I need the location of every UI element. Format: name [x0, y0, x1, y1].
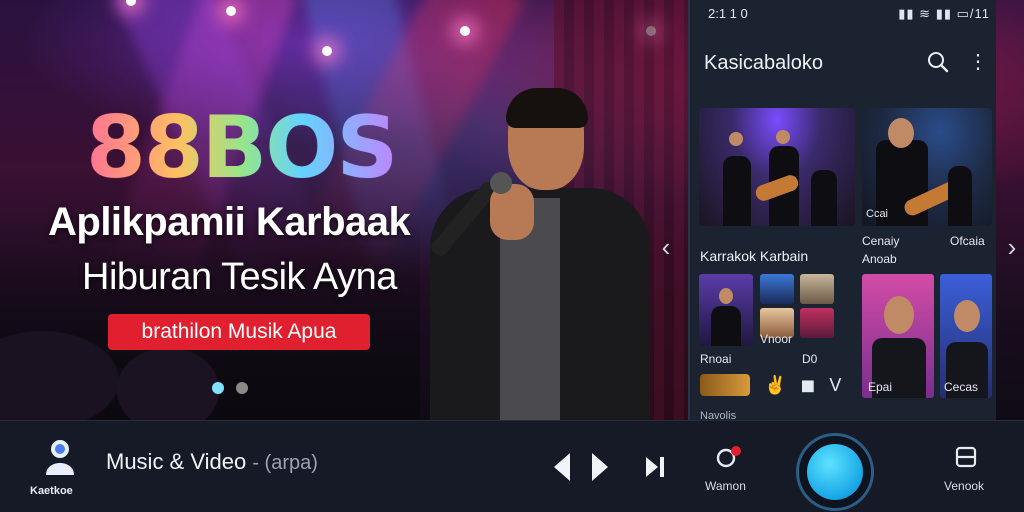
- now-playing-sub: - (arpa): [252, 452, 318, 474]
- phone-footer-text: Navolis: [700, 410, 737, 420]
- artist-head: [884, 296, 914, 334]
- grid-caption: D0: [802, 352, 818, 366]
- grid-caption: Vnoor: [760, 332, 793, 346]
- mic-label: Wamon: [705, 479, 746, 493]
- featured-thumbnail-guitarist[interactable]: Ccai: [862, 108, 992, 226]
- carousel-dot[interactable]: [236, 382, 248, 394]
- artist-caption: Cecas: [944, 380, 979, 394]
- guitarist-head: [888, 118, 914, 148]
- album-icon[interactable]: ◼: [800, 375, 815, 396]
- band-member: [811, 170, 837, 226]
- phone-app-title: Kasicabaloko: [704, 52, 823, 74]
- chevron-left-icon[interactable]: ‹: [654, 232, 678, 262]
- cta-button[interactable]: brathilon Musik Apua: [108, 314, 370, 350]
- chevron-right-icon[interactable]: ›: [1000, 232, 1024, 262]
- artist-head: [954, 300, 980, 332]
- app-label: Kaetkoe: [30, 485, 73, 497]
- phone-mockup: 2:1 1 0 ▮▮ ≋ ▮▮ ▭/11 Kasicabaloko ⋮ Ccai…: [688, 0, 996, 420]
- right-label: Venook: [944, 479, 985, 493]
- tile-caption: Anoab: [862, 252, 897, 266]
- mic-icon[interactable]: [714, 445, 742, 473]
- band-member-head: [776, 130, 790, 144]
- status-time: 2:1 1 0: [708, 6, 748, 21]
- stage-spotlight: [226, 6, 236, 16]
- artist-caption: Epai: [868, 380, 893, 394]
- carousel-dot-active[interactable]: [212, 382, 224, 394]
- now-playing-title: Music & Video - (arpa): [106, 449, 318, 475]
- band-member: [948, 166, 972, 226]
- stage-spotlight: [460, 26, 470, 36]
- section-title: Karrakok Karbain: [700, 248, 809, 264]
- band-member: [723, 156, 751, 226]
- karaoke-app-icon[interactable]: [40, 437, 80, 477]
- app-screen: 88BOS Aplikpamii Karbaak Hiburan Tesik A…: [0, 0, 1024, 512]
- tile-caption: Cenaiy: [862, 234, 900, 248]
- record-button[interactable]: [796, 433, 874, 511]
- tile-caption: Ofcaia: [950, 234, 985, 248]
- grid-thumbnail[interactable]: [760, 274, 794, 304]
- play-right-icon[interactable]: [584, 449, 614, 485]
- stage-spotlight: [322, 46, 332, 56]
- carousel-dots: [212, 382, 248, 394]
- grid-thumbnail[interactable]: [800, 274, 834, 304]
- more-vertical-icon[interactable]: ⋮: [968, 50, 988, 74]
- grid-caption: Rnoai: [700, 352, 732, 366]
- hero-subheadline: Hiburan Tesik Ayna: [82, 256, 397, 298]
- singer-image: [420, 88, 650, 420]
- status-icons: ▮▮ ≋ ▮▮ ▭/11: [898, 6, 990, 21]
- thumbnail-label: Ccai: [866, 208, 889, 220]
- microphone-head: [490, 172, 512, 194]
- dancer-icon[interactable]: ✌: [764, 375, 786, 396]
- singer-figure: [711, 306, 741, 346]
- skip-next-icon[interactable]: [640, 449, 670, 485]
- bottom-player-bar: Kaetkoe Music & Video - (arpa) Wamon Ven…: [0, 420, 1024, 512]
- band-member-head: [729, 132, 743, 146]
- record-icon: [807, 444, 863, 500]
- vote-icon[interactable]: V: [829, 375, 841, 396]
- play-left-icon[interactable]: [548, 449, 578, 485]
- phone-icon-row: ✌ ◼ V: [700, 374, 841, 396]
- brand-logo-text: 88BOS: [86, 98, 398, 198]
- grid-thumbnail[interactable]: [800, 308, 834, 338]
- featured-thumbnail-band[interactable]: [699, 108, 855, 226]
- now-playing-main: Music & Video: [106, 449, 247, 474]
- phone-status-bar: 2:1 1 0 ▮▮ ≋ ▮▮ ▭/11: [708, 6, 990, 24]
- search-icon[interactable]: [926, 50, 950, 74]
- playlist-icon[interactable]: [954, 445, 978, 469]
- singer-head: [719, 288, 733, 304]
- singer-hair: [506, 88, 588, 128]
- badge-icon[interactable]: [700, 374, 750, 396]
- grid-thumbnail[interactable]: [699, 274, 753, 346]
- hero-headline: Aplikpamii Karbaak: [48, 200, 411, 244]
